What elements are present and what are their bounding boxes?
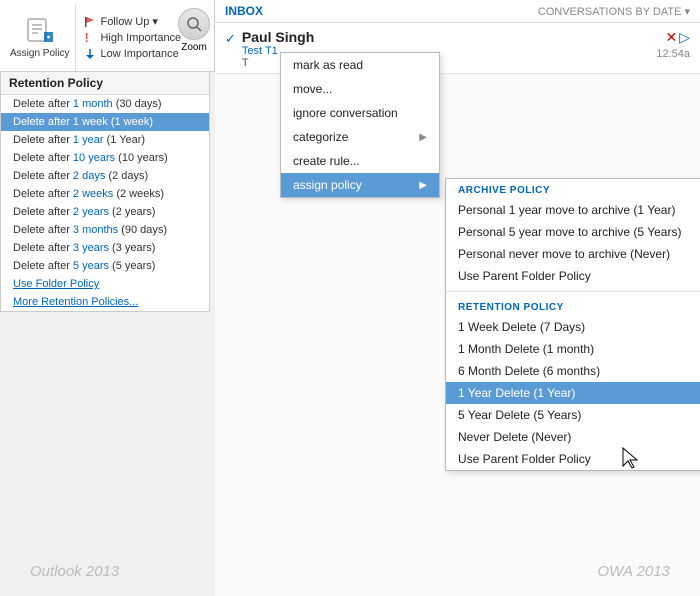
low-importance-button[interactable]: Low Importance (84, 48, 181, 60)
categorize-arrow-icon: ▶ (419, 132, 427, 143)
high-importance-label: High Importance (100, 32, 181, 44)
retention-item-3[interactable]: Delete after 10 years (10 years) (1, 149, 209, 167)
context-assign-policy[interactable]: assign policy ▶ (281, 173, 439, 197)
retention-submenu-item-6[interactable]: Use Parent Folder Policy (446, 448, 700, 470)
email-checkmark: ✓ (225, 31, 236, 47)
retention-submenu-item-0[interactable]: 1 Week Delete (7 Days) (446, 316, 700, 338)
create-rule-label: create rule... (293, 154, 360, 168)
ribbon-actions: Follow Up ▾ ! High Importance Low Import… (76, 4, 189, 71)
exclamation-icon: ! (84, 32, 96, 44)
context-menu: mark as read move... ignore conversation… (280, 52, 440, 198)
email-meta: ✕ ▷ 12:54a (648, 29, 690, 60)
archive-item-3[interactable]: Use Parent Folder Policy (446, 265, 700, 287)
retention-item-0[interactable]: Delete after 1 month (30 days) (1, 95, 209, 113)
assign-policy-menu-label: assign policy (293, 178, 362, 192)
email-actions: ✕ ▷ (665, 29, 690, 46)
retention-policy-title: Retention Policy (1, 72, 209, 95)
follow-up-label: Follow Up ▾ (100, 15, 157, 28)
retention-item-2[interactable]: Delete after 1 year (1 Year) (1, 131, 209, 149)
retention-item-9[interactable]: Delete after 5 years (5 years) (1, 257, 209, 275)
high-importance-button[interactable]: ! High Importance (84, 32, 181, 44)
down-arrow-icon (84, 48, 96, 60)
retention-item-more[interactable]: More Retention Policies... (1, 293, 209, 311)
retention-item-8[interactable]: Delete after 3 years (3 years) (1, 239, 209, 257)
context-create-rule[interactable]: create rule... (281, 149, 439, 173)
context-ignore[interactable]: ignore conversation (281, 101, 439, 125)
zoom-icon (178, 8, 210, 40)
retention-item-7[interactable]: Delete after 3 months (90 days) (1, 221, 209, 239)
submenu-divider (446, 291, 700, 292)
retention-item-1[interactable]: Delete after 1 week (1 week) (1, 113, 209, 131)
zoom-label: Zoom (181, 42, 207, 53)
retention-submenu-item-4[interactable]: 5 Year Delete (5 Years) (446, 404, 700, 426)
retention-submenu-item-2[interactable]: 6 Month Delete (6 months) (446, 360, 700, 382)
archive-item-2[interactable]: Personal never move to archive (Never) (446, 243, 700, 265)
assign-policy-submenu: ARCHIVE POLICY Personal 1 year move to a… (445, 178, 700, 471)
inbox-header: INBOX CONVERSATIONS BY DATE ▾ (215, 0, 700, 23)
retention-submenu-item-1[interactable]: 1 Month Delete (1 month) (446, 338, 700, 360)
low-importance-label: Low Importance (100, 48, 178, 60)
inbox-area: INBOX CONVERSATIONS BY DATE ▾ ✓ Paul Sin… (215, 0, 700, 596)
ignore-label: ignore conversation (293, 106, 398, 120)
app-label-left: Outlook 2013 (30, 563, 119, 580)
categorize-label: categorize (293, 130, 348, 144)
inbox-title: INBOX (225, 4, 263, 18)
context-mark-as-read[interactable]: mark as read (281, 53, 439, 77)
context-move[interactable]: move... (281, 77, 439, 101)
email-expand-icon[interactable]: ▷ (679, 29, 690, 46)
app-label-right: OWA 2013 (597, 563, 670, 580)
assign-policy-arrow-icon: ▶ (419, 180, 427, 191)
retention-item-6[interactable]: Delete after 2 years (2 years) (1, 203, 209, 221)
follow-up-button[interactable]: Follow Up ▾ (84, 15, 181, 28)
assign-policy-icon (25, 16, 55, 46)
retention-submenu-item-3[interactable]: 1 Year Delete (1 Year) (446, 382, 700, 404)
conversations-label: CONVERSATIONS BY DATE ▾ (538, 5, 690, 18)
mark-as-read-label: mark as read (293, 58, 363, 72)
archive-item-0[interactable]: Personal 1 year move to archive (1 Year) (446, 199, 700, 221)
archive-item-1[interactable]: Personal 5 year move to archive (5 Years… (446, 221, 700, 243)
retention-item-5[interactable]: Delete after 2 weeks (2 weeks) (1, 185, 209, 203)
context-categorize[interactable]: categorize ▶ (281, 125, 439, 149)
move-label: move... (293, 82, 332, 96)
archive-policy-title: ARCHIVE POLICY (446, 179, 700, 199)
email-time: 12:54a (656, 48, 690, 60)
retention-item-use-folder[interactable]: Use Folder Policy (1, 275, 209, 293)
assign-policy-label: Assign Policy (10, 48, 69, 60)
email-sender: Paul Singh (242, 29, 648, 45)
retention-item-4[interactable]: Delete after 2 days (2 days) (1, 167, 209, 185)
flag-icon (84, 16, 96, 28)
email-close-icon[interactable]: ✕ (665, 29, 677, 46)
retention-policy-panel: Retention Policy Delete after 1 month (3… (0, 72, 210, 312)
zoom-button[interactable]: Zoom (178, 8, 210, 53)
retention-submenu-item-5[interactable]: Never Delete (Never) (446, 426, 700, 448)
assign-policy-button[interactable]: Assign Policy (4, 4, 76, 71)
retention-policy-submenu-title: RETENTION POLICY (446, 296, 700, 316)
